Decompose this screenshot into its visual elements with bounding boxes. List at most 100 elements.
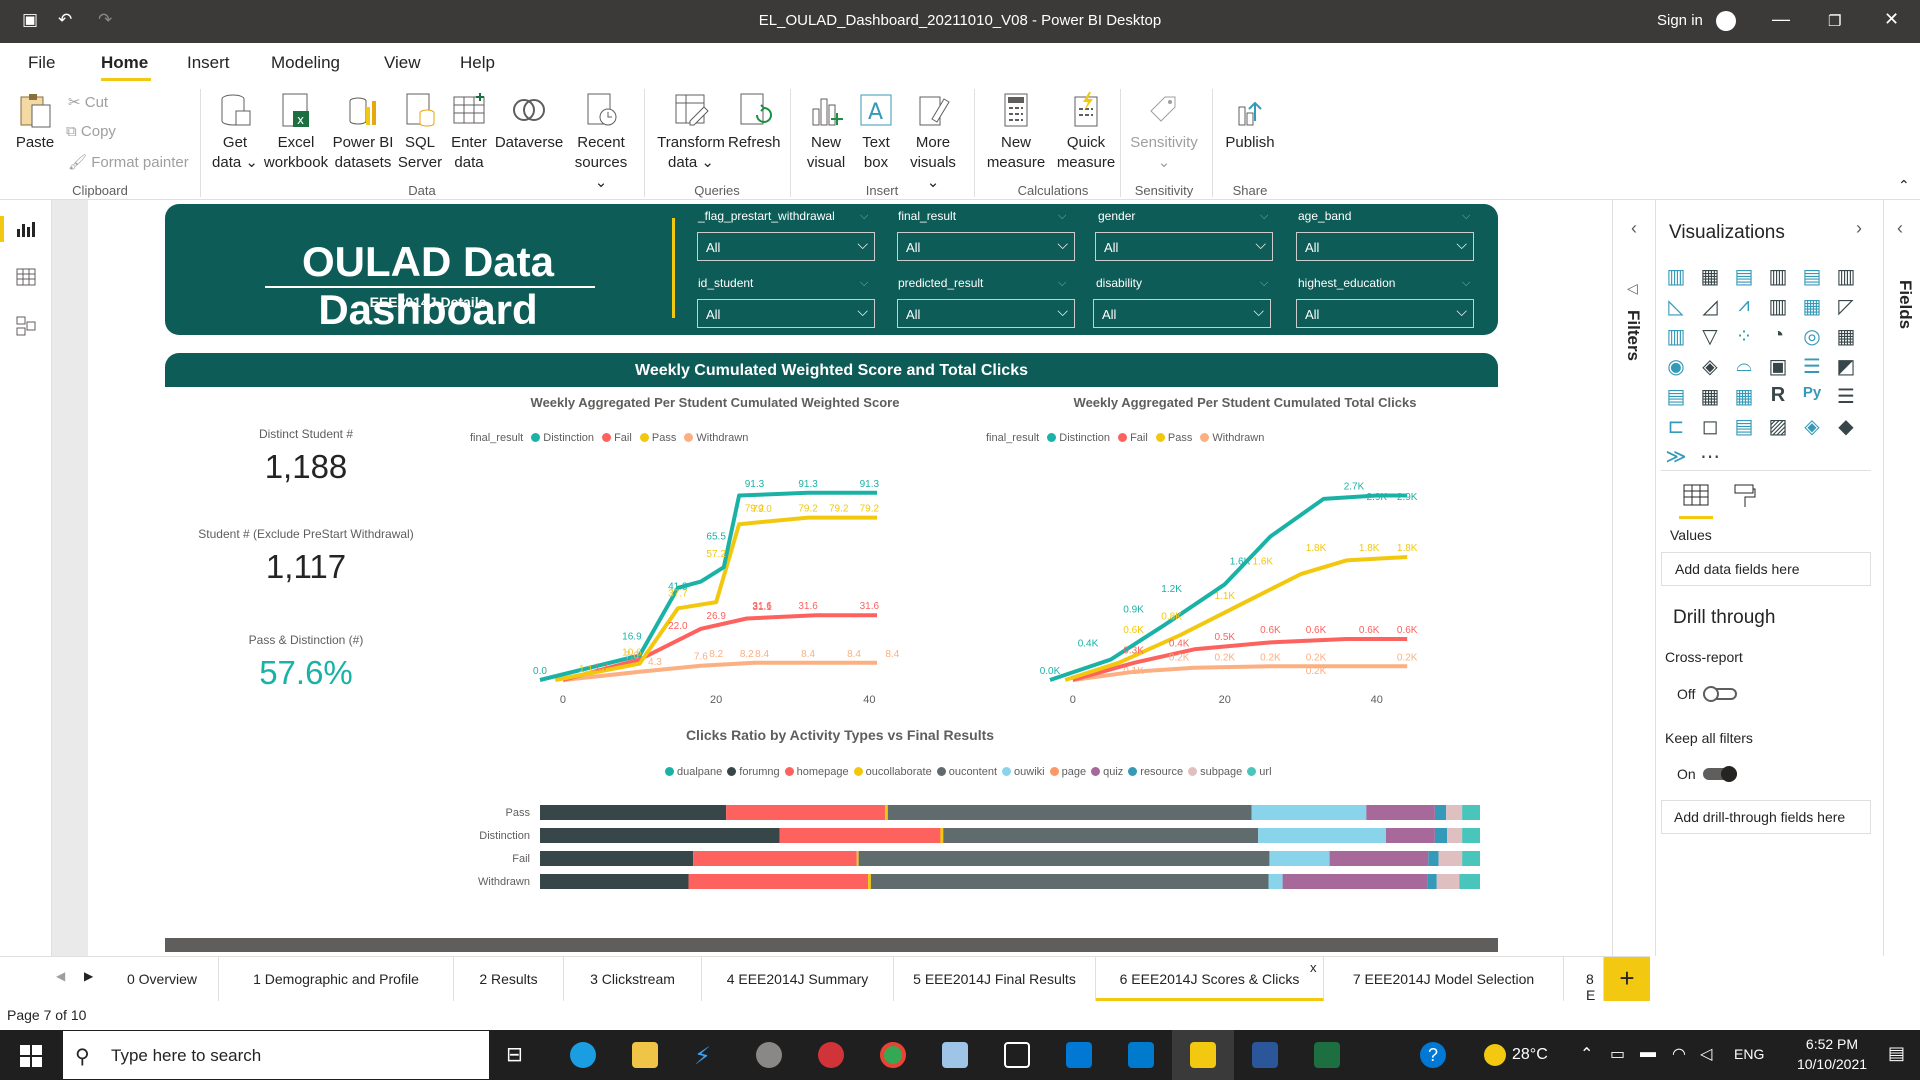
chevron-down-icon[interactable]: ⌵ <box>1462 210 1470 223</box>
bar-segment-homepage[interactable] <box>688 874 869 889</box>
filters-pane-tab[interactable]: Filters <box>1623 310 1643 361</box>
chevron-down-icon[interactable]: ⌵ <box>1260 210 1268 223</box>
bar-segment-homepage[interactable] <box>726 805 885 820</box>
cut-button[interactable]: ✂ Cut <box>68 93 108 111</box>
bar-segment-url[interactable] <box>1459 874 1480 889</box>
slicer-age-band[interactable]: All ⌵ <box>1296 232 1474 261</box>
tab-demographic[interactable]: 1 Demographic and Profile <box>219 957 454 1002</box>
bar-segment-oucontent[interactable] <box>943 828 1259 843</box>
visual-type-icon[interactable]: ◔ <box>1763 324 1793 347</box>
tab-model-selection[interactable]: 7 EEE2014J Model Selection <box>1324 957 1564 1002</box>
close-icon[interactable]: ✕ <box>1884 9 1899 30</box>
tab-scores-clicks[interactable]: 6 EEE2014J Scores & Clicks <box>1096 957 1324 1002</box>
snip-icon[interactable] <box>1004 1042 1030 1068</box>
weather-temp[interactable]: 28°C <box>1512 1046 1548 1064</box>
file-explorer-icon[interactable] <box>632 1042 658 1068</box>
paste-button[interactable]: Paste <box>12 91 58 153</box>
bar-segment-quiz[interactable] <box>1366 805 1435 820</box>
tab-overview[interactable]: 0 Overview <box>106 957 219 1002</box>
bar-segment-quiz[interactable] <box>1386 828 1435 843</box>
visual-type-icon[interactable]: ☰ <box>1797 354 1827 379</box>
slicer-gender[interactable]: All ⌵ <box>1095 232 1273 261</box>
visual-type-icon[interactable]: ▥ <box>1831 264 1861 289</box>
bar-segment-oucontent[interactable] <box>887 805 1252 820</box>
edge-icon[interactable] <box>570 1042 596 1068</box>
store-icon[interactable] <box>1066 1042 1092 1068</box>
task-view-icon[interactable]: ⊟ <box>506 1042 532 1068</box>
visual-type-icon[interactable]: ▥ <box>1763 294 1793 319</box>
bar-segment-quiz[interactable] <box>1329 851 1429 866</box>
format-paint-roller-icon[interactable] <box>1733 483 1757 509</box>
bar-segment-homepage[interactable] <box>779 828 941 843</box>
visual-type-icon[interactable]: ◈ <box>1797 414 1827 439</box>
collapse-ribbon-icon[interactable]: ⌃ <box>1898 177 1910 194</box>
report-view-icon[interactable] <box>16 220 36 238</box>
menu-file[interactable]: File <box>28 53 55 73</box>
data-view-icon[interactable] <box>16 268 36 286</box>
slicer-prestart[interactable]: All ⌵ <box>697 232 875 261</box>
visual-type-icon[interactable]: ⁘ <box>1729 324 1759 349</box>
tab-final-results[interactable]: 5 EEE2014J Final Results <box>894 957 1096 1002</box>
get-data-button[interactable]: Get data ⌄ <box>210 91 260 173</box>
visual-type-icon[interactable]: ◿ <box>1695 294 1725 319</box>
new-measure-button[interactable]: New measure <box>984 91 1048 173</box>
excel-taskbar-icon[interactable] <box>1314 1042 1340 1068</box>
chevron-down-icon[interactable]: ⌵ <box>860 210 868 223</box>
visual-type-icon[interactable]: ▤ <box>1661 384 1691 409</box>
visual-type-icon[interactable]: R <box>1763 384 1793 407</box>
visual-type-icon[interactable]: ◸ <box>1831 294 1861 319</box>
avatar[interactable] <box>1716 11 1736 31</box>
tab-summary[interactable]: 4 EEE2014J Summary <box>702 957 894 1002</box>
refresh-button[interactable]: Refresh <box>728 91 781 153</box>
slicer-highest-education[interactable]: All ⌵ <box>1296 299 1474 328</box>
collapse-filters-icon[interactable]: ‹ <box>1631 218 1637 239</box>
visual-type-icon[interactable]: ◺ <box>1661 294 1691 319</box>
transform-data-button[interactable]: Transform data ⌄ <box>654 91 728 173</box>
cross-report-toggle[interactable] <box>1703 686 1737 702</box>
score-line-chart[interactable]: 91.3 91.3 91.365.541.316.90.079.2 79.2 79.27… <box>520 450 920 715</box>
app-icon[interactable] <box>942 1042 968 1068</box>
bar-segment-resource[interactable] <box>1428 851 1439 866</box>
chevron-down-icon[interactable]: ⌵ <box>1058 210 1066 223</box>
keep-filters-toggle[interactable] <box>1703 766 1737 782</box>
clicks-line-chart[interactable]: 2.7K2.9K 2.9K1.6K1.2K0.9K0.4K0.0K1.8K 1.8K… <box>1030 450 1450 715</box>
power-bi-datasets-button[interactable]: Power BI datasets <box>332 91 394 173</box>
bar-segment-oucollaborate[interactable] <box>868 874 871 889</box>
visual-type-icon[interactable]: ▥ <box>1661 324 1691 349</box>
chrome-icon[interactable] <box>880 1042 906 1068</box>
bar-segment-resource[interactable] <box>1434 805 1447 820</box>
bar-segment-oucontent[interactable] <box>870 874 1269 889</box>
chevron-down-icon[interactable]: ⌵ <box>1260 277 1268 290</box>
bar-segment-oucollaborate[interactable] <box>856 851 859 866</box>
menu-help[interactable]: Help <box>460 53 495 73</box>
bar-segment-ouwiki[interactable] <box>1251 805 1367 820</box>
bar-segment-homepage[interactable] <box>693 851 857 866</box>
bar-segment-subpage[interactable] <box>1436 874 1460 889</box>
close-tab-icon[interactable]: x <box>1310 960 1317 975</box>
slicer-predicted-result[interactable]: All ⌵ <box>897 299 1075 328</box>
sign-in-link[interactable]: Sign in <box>1657 12 1703 29</box>
vscode-icon[interactable] <box>1128 1042 1154 1068</box>
paint-icon[interactable] <box>756 1042 782 1068</box>
bar-segment-subpage[interactable] <box>1446 805 1463 820</box>
menu-modeling[interactable]: Modeling <box>271 53 340 73</box>
restore-icon[interactable]: ❐ <box>1828 12 1841 30</box>
bar-segment-subpage[interactable] <box>1447 828 1463 843</box>
tray-device-icon[interactable]: ▭ <box>1610 1044 1625 1064</box>
slicer-final-result[interactable]: All ⌵ <box>897 232 1075 261</box>
bar-segment-resource[interactable] <box>1434 828 1448 843</box>
fields-pane-tab[interactable]: Fields <box>1895 280 1915 329</box>
excel-workbook-button[interactable]: x Excel workbook <box>262 91 330 173</box>
series-line-pass[interactable] <box>1064 555 1408 682</box>
visual-type-icon[interactable]: ▨ <box>1763 414 1793 439</box>
more-visuals-button[interactable]: More visuals ⌄ <box>902 91 964 193</box>
add-drill-through-well[interactable]: Add drill-through fields here <box>1661 800 1871 834</box>
bar-segment-forumng[interactable] <box>540 828 780 843</box>
visual-type-icon[interactable]: ▦ <box>1797 294 1827 319</box>
bar-segment-forumng[interactable] <box>540 851 694 866</box>
visual-type-icon[interactable]: ▤ <box>1729 414 1759 439</box>
visual-type-icon[interactable]: ▦ <box>1695 384 1725 409</box>
fields-well-icon[interactable] <box>1683 483 1709 507</box>
tab-results[interactable]: 2 Results <box>454 957 564 1002</box>
add-data-fields-well[interactable]: Add data fields here <box>1661 552 1871 586</box>
